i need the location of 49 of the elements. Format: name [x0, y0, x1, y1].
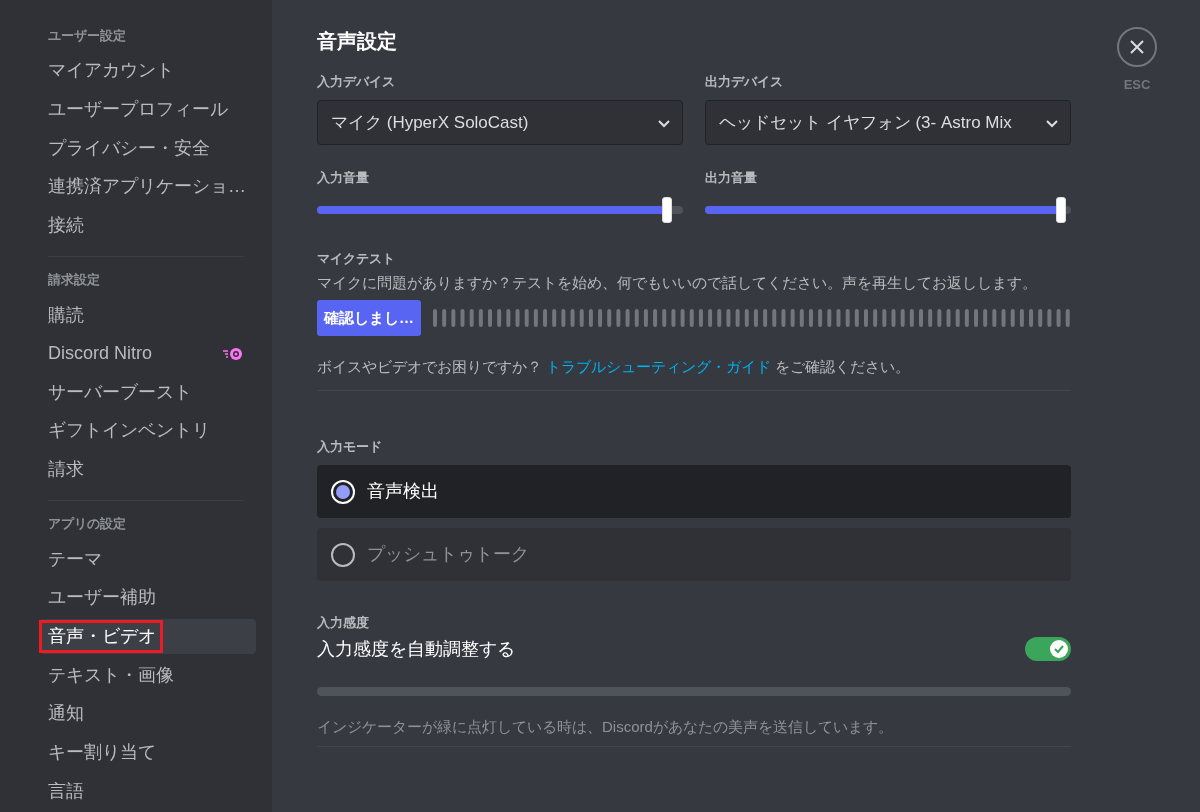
section-label: 出力デバイス: [705, 73, 784, 90]
device-select[interactable]: マイク (HyperX SoloCast): [317, 100, 683, 145]
slider-thumb[interactable]: [1055, 197, 1066, 223]
radio-option[interactable]: 音声検出: [317, 465, 1071, 518]
slider-thumb[interactable]: [662, 197, 672, 223]
mic-test-button[interactable]: 確認しまし…: [317, 300, 421, 336]
sidebar-item[interactable]: 通知: [40, 695, 256, 732]
sidebar-item[interactable]: ユーザープロフィール: [40, 91, 256, 128]
sidebar-item[interactable]: マイアカウント: [40, 53, 256, 89]
section-label: 出力音量: [705, 169, 758, 186]
help-text: ボイスやビデオでお困りですか？ トラブルシューティング・ガイド をご確認ください。: [317, 357, 912, 377]
sidebar-item[interactable]: 音声・ビデオ: [40, 618, 256, 655]
sidebar-item[interactable]: Discord Nitro: [40, 335, 256, 372]
section-label: 入力音量: [317, 169, 370, 186]
sidebar-item[interactable]: サーバーブースト: [40, 374, 256, 411]
mic-test-description: マイクに問題がありますか？テストを始め、何でもいいので話してください。声を再生してお返しします。: [317, 273, 1038, 293]
sidebar-item[interactable]: キー割り当て: [40, 734, 256, 771]
section-label: 入力モード: [317, 438, 383, 455]
check-icon: [1053, 643, 1065, 655]
section-label: 入力感度: [317, 614, 370, 631]
sidebar-item[interactable]: 言語: [40, 773, 256, 809]
sidebar-item[interactable]: 接続: [40, 207, 256, 244]
sidebar-item[interactable]: ギフトインベントリ: [40, 413, 256, 449]
radio-option[interactable]: プッシュトゥトーク: [317, 528, 1071, 581]
section-label: マイクテスト: [317, 250, 396, 267]
toggle-label: 入力感度を自動調整する: [317, 637, 515, 661]
section-label: 入力デバイス: [317, 73, 396, 90]
sidebar-item[interactable]: テキスト・画像: [40, 657, 256, 693]
page-title: 音声設定: [317, 29, 398, 54]
volume-slider[interactable]: [705, 197, 1071, 223]
section-header: アプリの設定: [47, 515, 127, 534]
sensitivity-note: インジケーターが緑に点灯している時は、Discordがあなたの美声を送信しています。: [317, 717, 894, 737]
sidebar-item[interactable]: 購読: [40, 297, 256, 333]
sidebar-item[interactable]: 請求: [40, 451, 256, 488]
sidebar-item[interactable]: テーマ: [40, 541, 256, 577]
sidebar-item[interactable]: プライバシー・安全: [40, 130, 256, 166]
radio-icon: [331, 542, 355, 567]
sidebar-item[interactable]: ユーザー補助: [40, 580, 256, 616]
volume-slider[interactable]: [317, 197, 683, 223]
close-icon: [1129, 39, 1145, 55]
troubleshooting-link[interactable]: トラブルシューティング・ガイド: [546, 358, 772, 375]
section-header: ユーザー設定: [47, 27, 127, 45]
device-select[interactable]: ヘッドセット イヤフォン (3- Astro Mix: [705, 100, 1071, 145]
close-button[interactable]: [1117, 27, 1157, 67]
auto-sensitivity-toggle[interactable]: [1025, 637, 1071, 661]
radio-icon: [331, 479, 355, 504]
esc-label: ESC: [1123, 76, 1151, 94]
sidebar-item[interactable]: 連携済アプリケーショ…: [40, 168, 256, 205]
section-header: 請求設定: [47, 271, 101, 290]
